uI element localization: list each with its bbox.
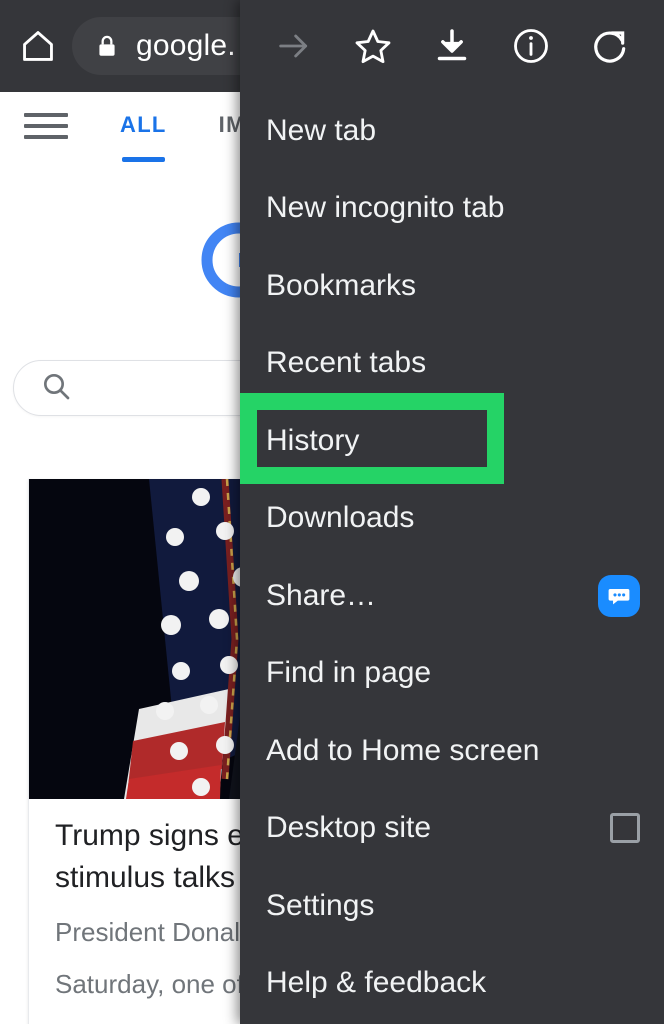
menu-item-find-in-page[interactable]: Find in page — [240, 635, 664, 713]
checkbox-unchecked-icon[interactable] — [610, 813, 640, 844]
menu-item-label: Recent tabs — [266, 346, 427, 380]
search-icon — [40, 370, 72, 407]
tab-all-label: ALL — [120, 112, 167, 137]
overflow-menu-list: New tab New incognito tab Bookmarks Rece… — [240, 92, 664, 1022]
menu-item-recent-tabs[interactable]: Recent tabs — [240, 325, 664, 403]
menu-item-new-incognito-tab[interactable]: New incognito tab — [240, 170, 664, 248]
url-text: google. — [136, 29, 236, 62]
reload-icon[interactable] — [580, 16, 640, 76]
menu-item-settings[interactable]: Settings — [240, 867, 664, 945]
menu-item-label: New incognito tab — [266, 191, 505, 225]
menu-item-label: New tab — [266, 113, 377, 147]
menu-item-bookmarks[interactable]: Bookmarks — [240, 247, 664, 325]
menu-item-label: Help & feedback — [266, 966, 487, 1000]
overflow-menu: New tab New incognito tab Bookmarks Rece… — [240, 0, 664, 1024]
menu-item-label: Add to Home screen — [266, 733, 540, 767]
tab-all[interactable]: ALL — [120, 112, 167, 162]
menu-item-history[interactable]: History — [240, 402, 664, 480]
menu-item-help-and-feedback[interactable]: Help & feedback — [240, 945, 664, 1023]
home-icon[interactable] — [8, 16, 68, 76]
menu-item-label: Share… — [266, 578, 377, 612]
download-icon[interactable] — [422, 16, 482, 76]
lock-icon — [94, 33, 120, 59]
menu-item-label: Downloads — [266, 501, 415, 535]
menu-item-label: Desktop site — [266, 811, 432, 845]
menu-item-new-tab[interactable]: New tab — [240, 92, 664, 170]
star-icon[interactable] — [343, 16, 403, 76]
menu-item-add-to-home-screen[interactable]: Add to Home screen — [240, 712, 664, 790]
menu-item-label: Settings — [266, 888, 375, 922]
desktop-site-checkbox-wrapper[interactable] — [610, 813, 640, 844]
message-bubble-icon[interactable] — [598, 574, 640, 617]
info-icon[interactable] — [501, 16, 561, 76]
menu-item-label: History — [266, 423, 360, 457]
forward-arrow-icon[interactable] — [264, 16, 324, 76]
menu-item-label: Bookmarks — [266, 268, 417, 302]
overflow-menu-icon-row — [240, 0, 664, 92]
menu-item-desktop-site[interactable]: Desktop site — [240, 790, 664, 868]
share-app-icon-wrapper[interactable] — [598, 574, 640, 617]
screen-root: ALL IMAGES — [0, 0, 664, 1024]
menu-item-share[interactable]: Share… — [240, 557, 664, 635]
hamburger-menu-icon[interactable] — [24, 113, 68, 139]
menu-item-downloads[interactable]: Downloads — [240, 480, 664, 558]
menu-item-label: Find in page — [266, 656, 432, 690]
